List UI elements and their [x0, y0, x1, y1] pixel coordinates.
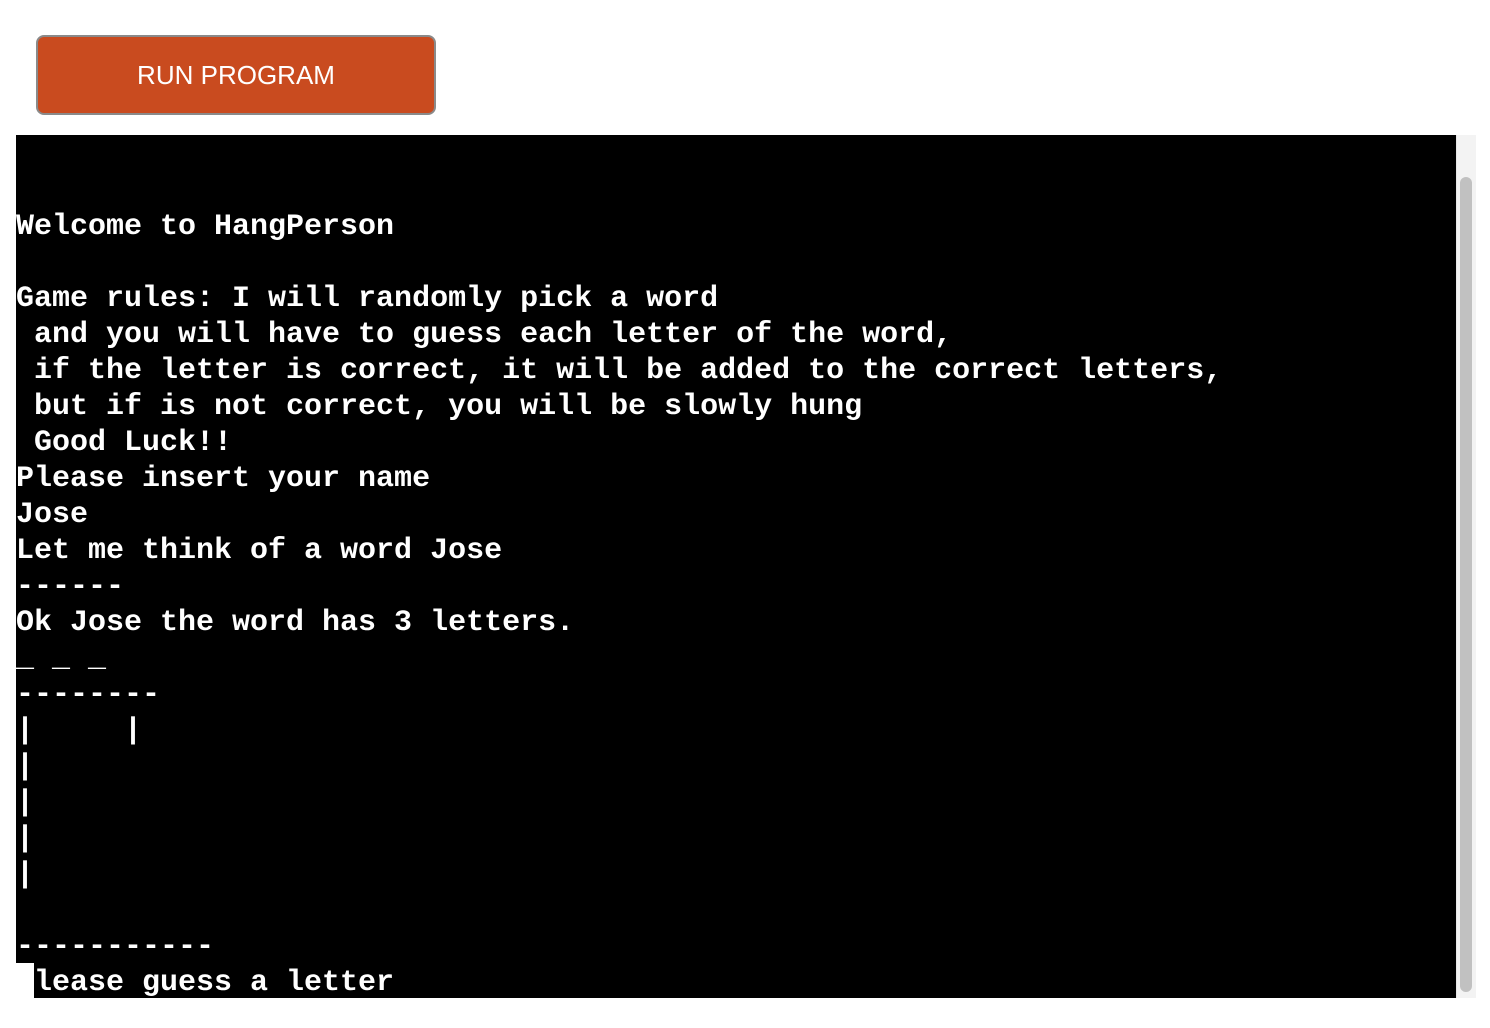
terminal-line: Please guess a letter — [16, 966, 395, 998]
terminal-line: ------ — [16, 570, 125, 604]
terminal-screen[interactable]: Welcome to HangPerson Game rules: I will… — [16, 135, 1456, 998]
terminal-line: Good Luck!! — [16, 426, 233, 460]
terminal-line: | — [16, 786, 35, 820]
terminal-line: -------- — [16, 678, 161, 712]
terminal-line: Jose — [16, 498, 89, 532]
terminal-cursor — [16, 963, 34, 998]
terminal-scrollbar[interactable] — [1456, 135, 1476, 998]
terminal-line: and you will have to guess each letter o… — [16, 318, 953, 352]
terminal-line: if the letter is correct, it will be add… — [16, 354, 1223, 388]
terminal-line: | — [16, 750, 35, 784]
scrollbar-thumb[interactable] — [1460, 177, 1472, 992]
terminal-line: but if is not correct, you will be slowl… — [16, 390, 863, 424]
terminal-line: _ _ _ — [16, 642, 107, 676]
terminal-line: Please insert your name — [16, 462, 431, 496]
terminal-output: Welcome to HangPerson Game rules: I will… — [16, 209, 1222, 998]
terminal-line: | — [16, 822, 35, 856]
terminal-line: Game rules: I will randomly pick a word — [16, 282, 719, 316]
terminal-line: ----------- — [16, 930, 215, 964]
terminal-line: | — [16, 858, 35, 892]
run-program-button[interactable]: RUN PROGRAM — [36, 35, 436, 115]
terminal-line: Ok Jose the word has 3 letters. — [16, 606, 575, 640]
terminal-container: Welcome to HangPerson Game rules: I will… — [16, 135, 1476, 1000]
terminal-line: | | — [16, 714, 143, 748]
terminal-line: Let me think of a word Jose — [16, 534, 503, 568]
terminal-line: Welcome to HangPerson — [16, 210, 395, 244]
